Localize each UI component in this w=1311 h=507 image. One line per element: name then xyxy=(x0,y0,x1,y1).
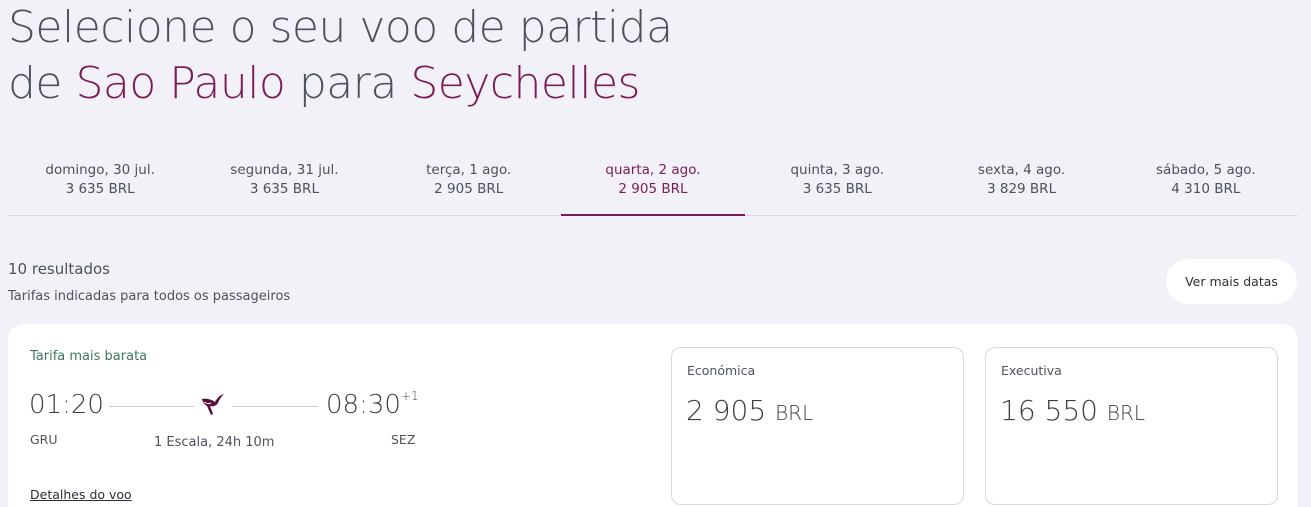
fare-currency: BRL xyxy=(1106,401,1146,425)
fare-amount: 2 905 xyxy=(686,394,767,427)
origin-city: Sao Paulo xyxy=(75,58,286,109)
date-tab-wed-2-ago[interactable]: quarta, 2 ago. 2 905 BRL xyxy=(560,160,746,216)
date-tab-day: quarta, 2 ago. xyxy=(605,162,701,178)
fare-currency: BRL xyxy=(775,401,814,425)
fare-amount: 16 550 xyxy=(1000,394,1098,427)
destination-city: Seychelles xyxy=(410,58,640,109)
departure-time: 01:20 xyxy=(29,390,104,420)
flight-details-link[interactable]: Detalhes do voo xyxy=(30,487,132,502)
date-tab-price: 3 829 BRL xyxy=(986,181,1057,197)
fare-label: Executiva xyxy=(1001,363,1062,378)
date-tab-price: 3 635 BRL xyxy=(65,181,135,197)
date-tab-day: sábado, 5 ago. xyxy=(1156,162,1256,178)
more-dates-button[interactable]: Ver mais datas xyxy=(1166,259,1297,304)
results-count: 10 resultados xyxy=(8,260,110,278)
route-line-left xyxy=(109,406,194,407)
fare-economy-option[interactable]: Económica 2 905 BRL xyxy=(671,347,964,505)
fare-price: 16 550 BRL xyxy=(1000,394,1145,427)
arrival-time: 08:30+1 xyxy=(326,389,419,420)
arrival-airport-code: SEZ xyxy=(391,432,416,447)
date-tab-mon-31-jul[interactable]: segunda, 31 jul. 3 635 BRL xyxy=(192,160,376,215)
date-tab-price: 3 635 BRL xyxy=(802,181,872,197)
date-tab-sat-5-ago[interactable]: sábado, 5 ago. 4 310 BRL xyxy=(1114,160,1298,215)
date-tab-day: sexta, 4 ago. xyxy=(977,162,1066,178)
flight-card: Tarifa mais barata 01:20 08:30+1 GRU 1 E… xyxy=(8,324,1298,507)
date-tab-thu-3-ago[interactable]: quinta, 3 ago. 3 635 BRL xyxy=(745,160,929,215)
date-tab-price: 3 635 BRL xyxy=(249,181,319,197)
title-de: de xyxy=(8,58,63,109)
route-line-right xyxy=(232,406,318,407)
title-para: para xyxy=(298,58,397,109)
date-tab-day: terça, 1 ago. xyxy=(426,162,512,178)
page-title: Selecione o seu voo de partida de Sao Pa… xyxy=(8,0,673,112)
page-title-line1: Selecione o seu voo de partida xyxy=(8,2,673,53)
date-tab-day: quinta, 3 ago. xyxy=(790,162,885,178)
cheapest-fare-tag: Tarifa mais barata xyxy=(30,349,148,364)
page-title-line2: de Sao Paulo para Seychelles xyxy=(8,56,673,112)
date-tab-fri-4-ago[interactable]: sexta, 4 ago. 3 829 BRL xyxy=(929,160,1113,215)
departure-airport-code: GRU xyxy=(30,432,58,447)
date-tab-price: 4 310 BRL xyxy=(1171,181,1241,197)
results-note: Tarifas indicadas para todos os passagei… xyxy=(8,289,291,304)
date-tab-price: 2 905 BRL xyxy=(434,181,504,197)
date-tab-price: 2 905 BRL xyxy=(618,181,688,197)
date-tab-day: segunda, 31 jul. xyxy=(230,162,339,178)
qatar-oryx-logo-icon xyxy=(202,394,224,415)
fare-business-option[interactable]: Executiva 16 550 BRL xyxy=(985,347,1278,505)
date-tabs: domingo, 30 jul. 3 635 BRL segunda, 31 j… xyxy=(8,160,1298,216)
date-tab-day: domingo, 30 jul. xyxy=(45,162,155,178)
stops-duration: 1 Escala, 24h 10m xyxy=(154,435,275,450)
date-tab-sun-30-jul[interactable]: domingo, 30 jul. 3 635 BRL xyxy=(8,160,192,215)
fare-price: 2 905 BRL xyxy=(686,394,813,427)
arrival-day-offset: +1 xyxy=(400,389,419,404)
date-tab-tue-1-ago[interactable]: terça, 1 ago. 2 905 BRL xyxy=(377,160,561,215)
arrival-time-value: 08:30 xyxy=(326,390,401,420)
fare-label: Económica xyxy=(687,363,756,378)
